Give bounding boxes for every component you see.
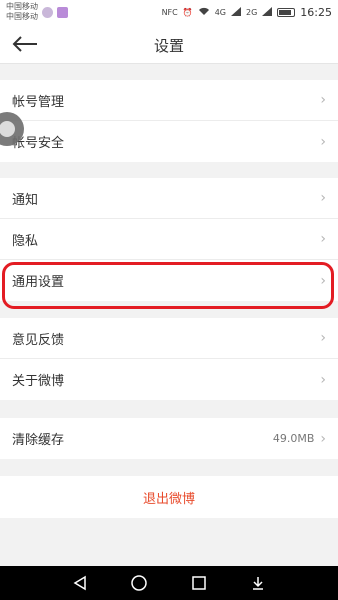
row-label: 隐私 xyxy=(12,233,39,249)
row-label: 清除缓存 xyxy=(12,433,65,448)
row-clear-cache[interactable]: 清除缓存 49.0MB › xyxy=(0,418,338,459)
cache-size: 49.0MB xyxy=(272,432,315,445)
chevron-right-icon: › xyxy=(320,371,326,388)
chevron-right-icon: › xyxy=(320,190,326,206)
settings-group-general: 通知 › 隐私 › 通用设置 › xyxy=(0,178,338,301)
signal-1-icon xyxy=(231,6,241,18)
nav-back-icon[interactable] xyxy=(68,571,92,595)
nav-home-icon[interactable] xyxy=(127,571,151,595)
chevron-right-icon: › xyxy=(320,430,326,447)
row-account-management[interactable]: 帐号管理 › xyxy=(0,80,338,121)
row-label: 通用设置 xyxy=(12,275,65,290)
clock: 16:25 xyxy=(300,5,332,19)
signal-4g-label: 4G xyxy=(214,7,226,17)
row-general-settings[interactable]: 通用设置 › xyxy=(0,260,338,301)
row-notifications[interactable]: 通知 › xyxy=(0,178,338,219)
status-right: NFC ⏰ 4G 2G 16:25 xyxy=(162,6,332,19)
row-about-weibo[interactable]: 关于微博 › xyxy=(0,359,338,400)
row-feedback[interactable]: 意见反馈 › xyxy=(0,318,338,359)
page-title: 设置 xyxy=(153,37,184,55)
row-label: 帐号管理 xyxy=(12,94,65,110)
nav-bar: 设置 xyxy=(0,24,338,64)
chevron-right-icon: › xyxy=(320,231,326,247)
chevron-right-icon: › xyxy=(320,92,326,108)
row-label: 通知 xyxy=(12,192,39,208)
row-privacy[interactable]: 隐私 › xyxy=(0,219,338,260)
carrier-2: 中国移动 xyxy=(6,12,38,21)
notification-app2-icon xyxy=(57,6,68,18)
settings-group-cache: 清除缓存 49.0MB › xyxy=(0,418,338,459)
row-label: 关于微博 xyxy=(12,374,65,389)
status-bar: 中国移动 中国移动 NFC ⏰ 4G 2G 16:25 xyxy=(0,0,338,24)
settings-group-about: 意见反馈 › 关于微博 › xyxy=(0,318,338,400)
row-label: 意见反馈 xyxy=(12,332,65,348)
nav-notification-icon[interactable] xyxy=(246,571,270,595)
chevron-right-icon: › xyxy=(320,272,326,289)
battery-icon xyxy=(277,7,296,17)
row-account-security[interactable]: 帐号安全 › xyxy=(0,121,338,162)
settings-group-account: 帐号管理 › 帐号安全 › xyxy=(0,80,338,162)
carrier-info: 中国移动 中国移动 xyxy=(6,2,38,22)
status-left: 中国移动 中国移动 xyxy=(6,2,68,22)
carrier-1: 中国移动 xyxy=(6,2,38,11)
system-nav-bar xyxy=(0,566,338,600)
signal-2-icon xyxy=(262,6,273,18)
nav-recent-icon[interactable] xyxy=(187,571,211,595)
wifi-icon xyxy=(198,7,210,18)
chevron-right-icon: › xyxy=(320,133,326,150)
nfc-icon: NFC xyxy=(161,7,178,17)
notification-app-icon xyxy=(42,6,53,18)
chevron-right-icon: › xyxy=(320,330,326,346)
alarm-icon: ⏰ xyxy=(182,7,193,17)
signal-2g-label: 2G xyxy=(246,7,258,17)
row-right: 49.0MB › xyxy=(273,431,326,447)
logout-button[interactable]: 退出微博 xyxy=(0,476,338,518)
